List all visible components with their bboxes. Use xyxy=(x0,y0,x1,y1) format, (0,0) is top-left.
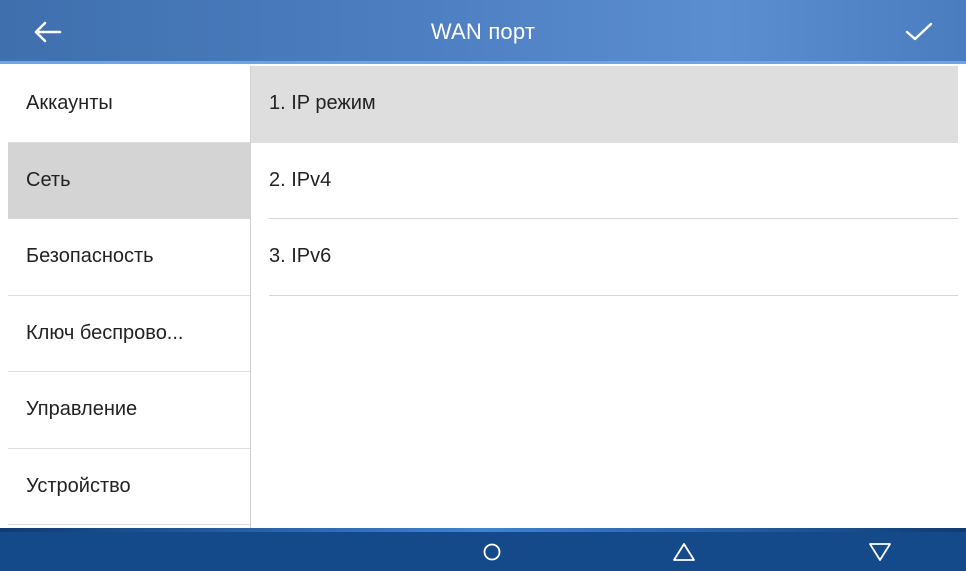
up-button[interactable] xyxy=(662,536,706,568)
sidebar-item-label: Аккаунты xyxy=(26,92,113,115)
header-bar: WAN порт xyxy=(0,0,966,64)
list-item-ipv4[interactable]: 2. IPv4 xyxy=(269,143,958,219)
list-item-label: 2. IPv4 xyxy=(269,168,332,191)
list-item-ip-mode[interactable]: 1. IP режим xyxy=(251,66,958,143)
sidebar-item-label: Безопасность xyxy=(26,245,154,268)
list-item-label: 1. IP режим xyxy=(269,92,376,115)
screen: WAN порт Аккаунты Сеть Безопасность Ключ… xyxy=(0,0,966,571)
triangle-down-icon xyxy=(869,543,891,561)
triangle-up-icon xyxy=(673,543,695,561)
sidebar-item-label: Управление xyxy=(26,398,138,421)
home-button[interactable] xyxy=(470,536,514,568)
sidebar: Аккаунты Сеть Безопасность Ключ беспрово… xyxy=(8,66,250,528)
back-button[interactable] xyxy=(24,14,70,50)
sidebar-item-network[interactable]: Сеть xyxy=(8,142,250,219)
list-item-ipv6[interactable]: 3. IPv6 xyxy=(269,219,958,296)
sidebar-item-wireless-key[interactable]: Ключ беспрово... xyxy=(8,296,250,372)
confirm-button[interactable] xyxy=(896,14,942,50)
sidebar-item-label: Устройство xyxy=(26,474,131,497)
page-title: WAN порт xyxy=(430,19,536,44)
arrow-left-icon xyxy=(34,21,62,43)
sidebar-item-label: Сеть xyxy=(26,168,71,191)
sidebar-item-management[interactable]: Управление xyxy=(8,372,250,449)
sidebar-item-accounts[interactable]: Аккаунты xyxy=(8,66,250,143)
bottom-nav-bar xyxy=(0,528,966,571)
checkmark-icon xyxy=(905,22,933,41)
list-item-label: 3. IPv6 xyxy=(269,245,332,268)
down-button[interactable] xyxy=(858,536,902,568)
circle-icon xyxy=(483,543,501,561)
sidebar-item-label: Ключ беспрово... xyxy=(26,321,184,344)
settings-list: 1. IP режим 2. IPv4 3. IPv6 xyxy=(251,66,958,528)
sidebar-item-device[interactable]: Устройство xyxy=(8,449,250,525)
sidebar-item-security[interactable]: Безопасность xyxy=(8,219,250,296)
